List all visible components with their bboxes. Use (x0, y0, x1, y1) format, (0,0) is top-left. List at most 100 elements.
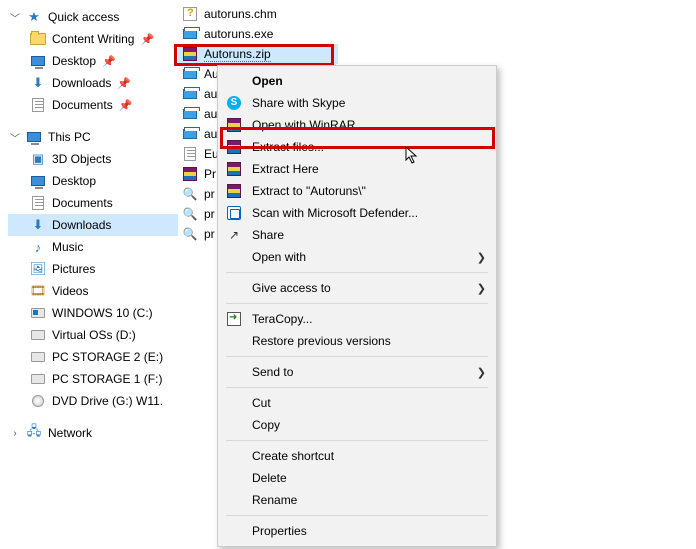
menu-label: Delete (252, 471, 468, 485)
tree-qa-item[interactable]: Content Writing 📌 (8, 28, 178, 50)
chevron-right-icon: › (10, 428, 20, 438)
file-label: pr (204, 187, 215, 201)
text-icon (184, 147, 196, 161)
drive-icon (31, 374, 45, 384)
menu-label: Properties (252, 524, 468, 538)
winrar-icon (227, 184, 241, 198)
file-label: pr (204, 227, 215, 241)
exe-icon (183, 29, 197, 39)
chevron-right-icon: ❯ (477, 251, 486, 264)
menu-separator (226, 356, 488, 357)
tree-label: Documents (52, 98, 113, 112)
tree-pc-item[interactable]: 🖼 Pictures (8, 258, 178, 280)
tree-qa-item[interactable]: ⬇ Downloads 📌 (8, 72, 178, 94)
file-label: au (204, 127, 217, 141)
tree-label: Network (48, 426, 92, 440)
tree-label: DVD Drive (G:) W11. (52, 394, 163, 408)
tree-this-pc[interactable]: ﹀ This PC (8, 126, 178, 148)
menu-label: Copy (252, 418, 468, 432)
desktop-icon (31, 56, 45, 66)
download-icon: ⬇ (30, 217, 46, 233)
menu-label: Give access to (252, 281, 468, 295)
tree-label: Desktop (52, 174, 96, 188)
tree-label: Videos (52, 284, 88, 298)
menu-item[interactable]: Create shortcut (218, 445, 496, 467)
menu-item[interactable]: Open with WinRAR (218, 114, 496, 136)
share-icon: ↗ (229, 228, 239, 242)
tree-pc-item[interactable]: PC STORAGE 1 (F:) (8, 368, 178, 390)
tree-label: PC STORAGE 1 (F:) (52, 372, 162, 386)
tree-label: 3D Objects (52, 152, 111, 166)
menu-label: Restore previous versions (252, 334, 468, 348)
menu-item[interactable]: Properties (218, 520, 496, 542)
tree-pc-item-downloads[interactable]: ⬇ Downloads (8, 214, 178, 236)
menu-item[interactable]: Extract files... (218, 136, 496, 158)
winrar-icon (227, 118, 241, 132)
tree-pc-item[interactable]: ▣ 3D Objects (8, 148, 178, 170)
pictures-icon: 🖼 (30, 261, 46, 277)
tree-pc-item[interactable]: 🎞 Videos (8, 280, 178, 302)
file-label: Pr (204, 167, 216, 181)
winrar-icon (183, 47, 197, 61)
menu-label: Create shortcut (252, 449, 468, 463)
menu-item[interactable]: Cut (218, 392, 496, 414)
menu-item[interactable]: Send to❯ (218, 361, 496, 383)
file-item[interactable]: Autoruns.zip (178, 44, 338, 64)
folder-icon (30, 33, 46, 45)
menu-separator (226, 272, 488, 273)
winrar-icon (227, 140, 241, 154)
menu-label: TeraCopy... (252, 312, 468, 326)
chm-icon (183, 7, 197, 21)
menu-item[interactable]: Open with❯ (218, 246, 496, 268)
menu-item[interactable]: Give access to ❯ (218, 277, 496, 299)
menu-item[interactable]: ↗Share (218, 224, 496, 246)
winrar-icon (183, 167, 197, 181)
menu-item[interactable]: Scan with Microsoft Defender... (218, 202, 496, 224)
menu-separator (226, 440, 488, 441)
file-label: pr (204, 207, 215, 221)
chevron-right-icon: ❯ (477, 282, 486, 295)
nav-tree: ﹀ ★ Quick access Content Writing 📌 Deskt… (8, 6, 178, 444)
menu-label: Rename (252, 493, 468, 507)
menu-item[interactable]: Rename (218, 489, 496, 511)
menu-label: Open with WinRAR (252, 118, 468, 132)
menu-item[interactable]: Delete (218, 467, 496, 489)
tree-qa-item[interactable]: Documents 📌 (8, 94, 178, 116)
pin-icon: 📌 (117, 77, 131, 90)
tree-pc-item[interactable]: WINDOWS 10 (C:) (8, 302, 178, 324)
menu-item[interactable]: TeraCopy... (218, 308, 496, 330)
tree-pc-item[interactable]: Documents (8, 192, 178, 214)
menu-item[interactable]: Copy (218, 414, 496, 436)
dvd-icon (32, 395, 44, 407)
teracopy-icon (227, 312, 241, 326)
download-icon: ⬇ (30, 75, 46, 91)
menu-item[interactable]: Extract Here (218, 158, 496, 180)
document-icon (32, 98, 44, 112)
menu-item[interactable]: Extract to "Autoruns\" (218, 180, 496, 202)
pin-icon: 📌 (102, 55, 116, 68)
music-icon: ♪ (30, 239, 46, 255)
file-item[interactable]: autoruns.exe (178, 24, 338, 44)
tree-label: This PC (48, 130, 91, 144)
menu-item[interactable]: SShare with Skype (218, 92, 496, 114)
desktop-icon (31, 176, 45, 186)
magnifier-icon: 🔍 (183, 207, 198, 221)
magnifier-icon: 🔍 (183, 227, 198, 241)
file-item[interactable]: autoruns.chm (178, 4, 338, 24)
tree-network[interactable]: › 🖧 Network (8, 422, 178, 444)
file-label: autoruns.exe (204, 27, 273, 41)
tree-qa-item[interactable]: Desktop 📌 (8, 50, 178, 72)
network-icon: 🖧 (26, 425, 42, 441)
tree-quick-access[interactable]: ﹀ ★ Quick access (8, 6, 178, 28)
menu-item[interactable]: Restore previous versions (218, 330, 496, 352)
exe-icon (183, 109, 197, 119)
drive-icon (31, 330, 45, 340)
tree-pc-item[interactable]: Desktop (8, 170, 178, 192)
tree-pc-item[interactable]: PC STORAGE 2 (E:) (8, 346, 178, 368)
menu-item[interactable]: Open (218, 70, 496, 92)
tree-pc-item[interactable]: ♪ Music (8, 236, 178, 258)
tree-label: Virtual OSs (D:) (52, 328, 136, 342)
tree-pc-item[interactable]: DVD Drive (G:) W11. (8, 390, 178, 412)
tree-pc-item[interactable]: Virtual OSs (D:) (8, 324, 178, 346)
pin-icon: 📌 (119, 99, 133, 112)
